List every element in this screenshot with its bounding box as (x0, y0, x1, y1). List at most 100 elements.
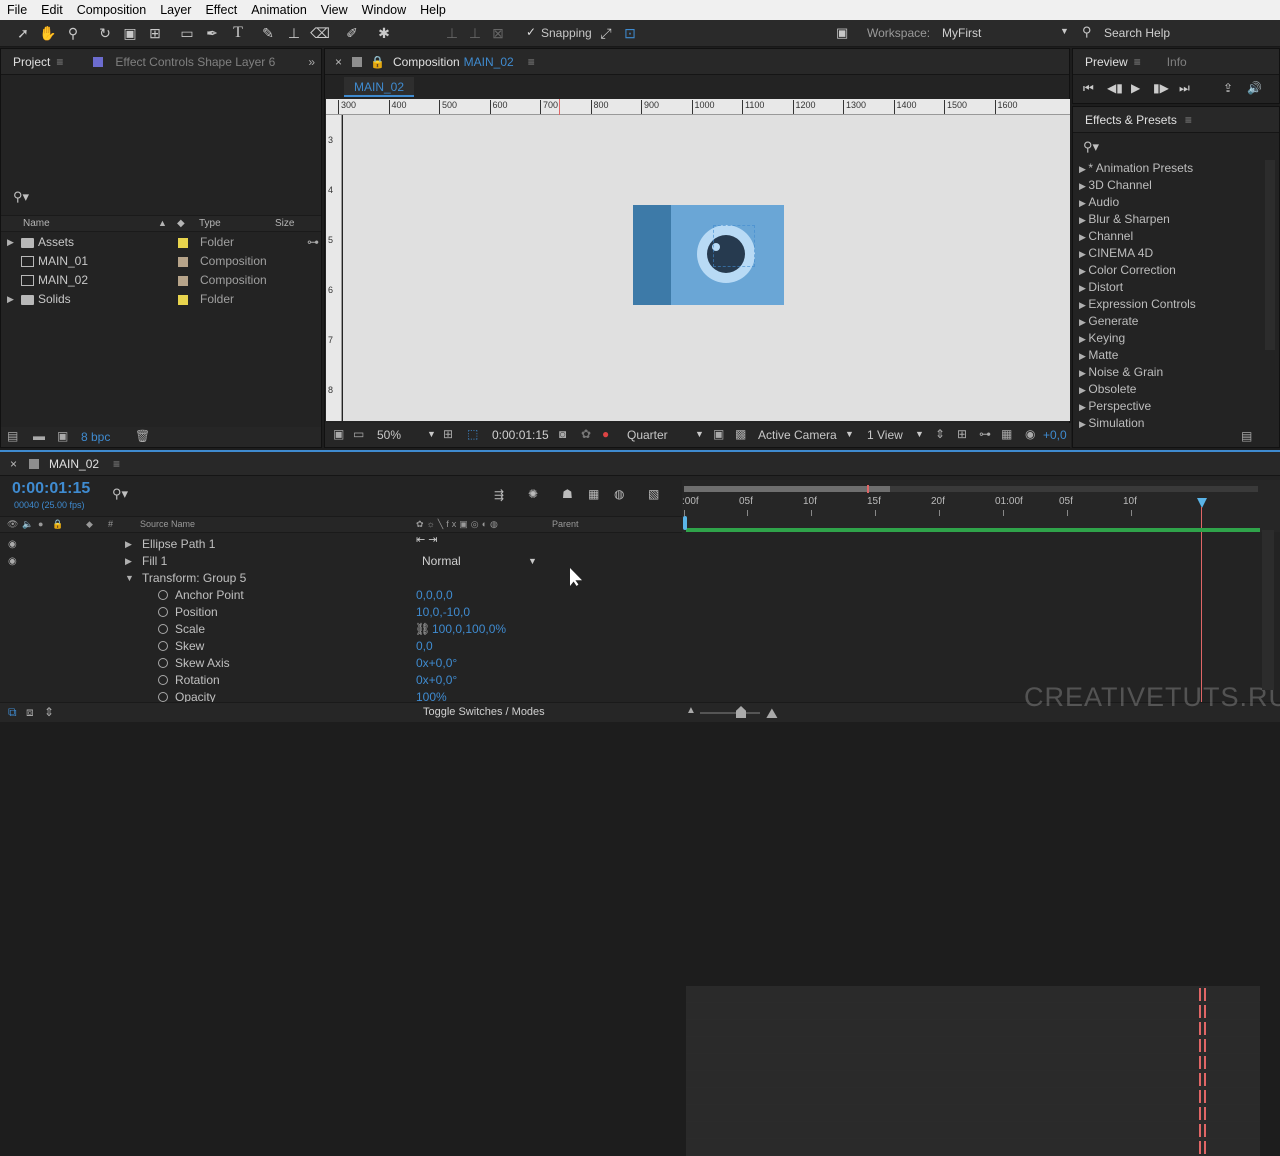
effects-category[interactable]: ▶ Color Correction (1073, 262, 1263, 279)
pan-behind-tool-icon[interactable]: ⊞ (145, 24, 165, 42)
monitor-icon[interactable]: ▭ (353, 427, 364, 441)
effects-category[interactable]: ▶ Distort (1073, 279, 1263, 296)
property-track[interactable] (686, 1003, 1260, 1020)
new-preset-icon[interactable]: ▤ (1241, 429, 1252, 443)
expand-arrow-icon[interactable]: ▶ (1079, 351, 1088, 361)
stopwatch-icon[interactable] (158, 658, 168, 668)
snapshot-icon[interactable]: ◙ (559, 427, 566, 441)
stopwatch-icon[interactable] (158, 675, 168, 685)
property-value[interactable]: 10,0,-10,0 (416, 604, 470, 621)
tab-project[interactable]: Project (1, 55, 62, 69)
eye-icon[interactable]: ◉ (8, 553, 17, 570)
property-track[interactable] (686, 1139, 1260, 1156)
layer-switches-icon[interactable]: ⧉ (8, 705, 17, 720)
delete-icon[interactable]: 🗑 (135, 429, 150, 443)
toggle-pixel-aspect-icon[interactable]: ⇕ (935, 427, 945, 441)
sort-up-icon[interactable]: ▲ (158, 216, 167, 231)
stopwatch-icon[interactable] (158, 692, 168, 702)
menu-composition[interactable]: Composition (70, 0, 153, 20)
label-tag-icon[interactable]: ◆ (177, 216, 185, 231)
comp-subtab[interactable]: MAIN_02 (344, 77, 415, 97)
pen-tool-icon[interactable]: ✒ (202, 24, 222, 42)
first-frame-icon[interactable]: ⏮ (1083, 81, 1094, 96)
expand-arrow-icon[interactable]: ▶ (1079, 198, 1088, 208)
keyframe-marker[interactable] (1199, 1107, 1206, 1120)
camera-tool-icon[interactable]: ▣ (120, 24, 140, 42)
panel-menu-icon[interactable]: ≡ (1134, 55, 1141, 69)
zoom-out-icon[interactable]: ▲ (686, 705, 696, 716)
draft-3d-icon[interactable]: ✺ (528, 487, 538, 501)
menu-help[interactable]: Help (413, 0, 453, 20)
zoom-in-icon[interactable]: ⛰ (766, 705, 778, 722)
puppet-tool-icon[interactable]: ✱ (374, 24, 394, 42)
menu-layer[interactable]: Layer (153, 0, 198, 20)
col-source-name[interactable]: Source Name (140, 517, 195, 532)
hand-tool-icon[interactable]: ✋ (38, 24, 58, 42)
timeline-property-row[interactable]: Rotation 0x+0,0° (0, 672, 680, 689)
comp-flowchart-icon[interactable]: ▦ (1001, 427, 1012, 441)
play-icon[interactable]: ▶ (1131, 81, 1140, 95)
current-time-indicator[interactable] (1197, 498, 1207, 508)
property-track[interactable] (686, 1054, 1260, 1071)
expand-arrow-icon[interactable]: ▶ (7, 234, 14, 251)
project-item[interactable]: MAIN_02 Composition (1, 272, 321, 289)
audio-switch-icon[interactable]: 🔈 (22, 517, 33, 532)
property-value[interactable]: 0,0 (416, 638, 433, 655)
menu-animation[interactable]: Animation (244, 0, 314, 20)
expand-arrow-icon[interactable]: ▶ (125, 536, 132, 553)
menu-effect[interactable]: Effect (198, 0, 244, 20)
show-snapshot-icon[interactable]: ✿ (581, 427, 591, 441)
panel-overflow-icon[interactable]: » (308, 55, 315, 69)
always-preview-icon[interactable]: ▣ (333, 427, 344, 441)
comp-mini-flowchart-icon[interactable]: ⇶ (494, 488, 504, 502)
video-switch-icon[interactable]: 👁 (7, 517, 18, 532)
property-value[interactable]: 0x+0,0° (416, 655, 457, 672)
in-out-icon[interactable]: ⇕ (44, 705, 54, 719)
timeline-property-row[interactable]: ◉ ▶ Fill 1 Normal ▼ (0, 553, 680, 570)
expand-arrow-icon[interactable]: ▶ (1079, 300, 1088, 310)
effects-category[interactable]: ▶ Noise & Grain (1073, 364, 1263, 381)
collapse-arrow-icon[interactable]: ▼ (125, 570, 134, 587)
axis-view-icon[interactable]: ⊠ (488, 24, 508, 42)
panel-menu-icon[interactable]: ≡ (1185, 113, 1192, 127)
timeline-property-row[interactable]: Skew Axis 0x+0,0° (0, 655, 680, 672)
zoom-slider[interactable] (700, 712, 760, 714)
menu-edit[interactable]: Edit (34, 0, 70, 20)
stopwatch-icon[interactable] (158, 641, 168, 651)
stopwatch-icon[interactable] (158, 624, 168, 634)
col-size[interactable]: Size (275, 216, 294, 231)
project-item[interactable]: ▶ Solids Folder (1, 291, 321, 308)
effects-category[interactable]: ▶ Generate (1073, 313, 1263, 330)
work-area-bar[interactable] (686, 528, 1260, 532)
tab-composition-name[interactable]: MAIN_02 (464, 55, 514, 69)
current-time-display[interactable]: 0:00:01:15 (12, 480, 90, 498)
keyframe-marker[interactable] (1199, 1090, 1206, 1103)
camera-select[interactable]: Active Camera (758, 428, 837, 442)
resolution-select[interactable]: Quarter (627, 428, 668, 442)
transparency-grid-icon[interactable]: ▩ (735, 427, 746, 441)
keyframe-marker[interactable] (1199, 988, 1206, 1001)
label-tag-icon[interactable]: ◆ (86, 517, 93, 532)
stopwatch-icon[interactable] (158, 607, 168, 617)
switches-icons[interactable]: ✿☼╲fx▣◎◐◍ (416, 517, 501, 532)
reset-exposure-icon[interactable]: ◉ (1025, 427, 1035, 441)
expand-arrow-icon[interactable]: ▶ (1079, 249, 1088, 259)
constrain-proportions-icon[interactable]: ⛓ (415, 621, 430, 638)
expand-arrow-icon[interactable]: ▶ (1079, 334, 1088, 344)
close-icon[interactable]: × (10, 457, 17, 471)
rectangle-tool-icon[interactable]: ▭ (177, 24, 197, 42)
expand-arrow-icon[interactable]: ▶ (1079, 181, 1088, 191)
composition-canvas[interactable] (343, 115, 1070, 421)
expand-arrow-icon[interactable]: ▶ (1079, 215, 1088, 225)
solo-switch-icon[interactable]: ● (38, 517, 43, 532)
expand-arrow-icon[interactable]: ▶ (1079, 283, 1088, 293)
menu-window[interactable]: Window (355, 0, 413, 20)
expand-arrow-icon[interactable]: ▶ (1079, 419, 1088, 429)
work-area-start[interactable] (683, 516, 687, 530)
rotate-tool-icon[interactable]: ↻ (95, 24, 115, 42)
effects-category[interactable]: ▶ Obsolete (1073, 381, 1263, 398)
tab-info[interactable]: Info (1155, 55, 1199, 69)
effects-category[interactable]: ▶ Simulation (1073, 415, 1263, 432)
effects-category[interactable]: ▶ Audio (1073, 194, 1263, 211)
type-tool-icon[interactable]: T (228, 24, 248, 42)
